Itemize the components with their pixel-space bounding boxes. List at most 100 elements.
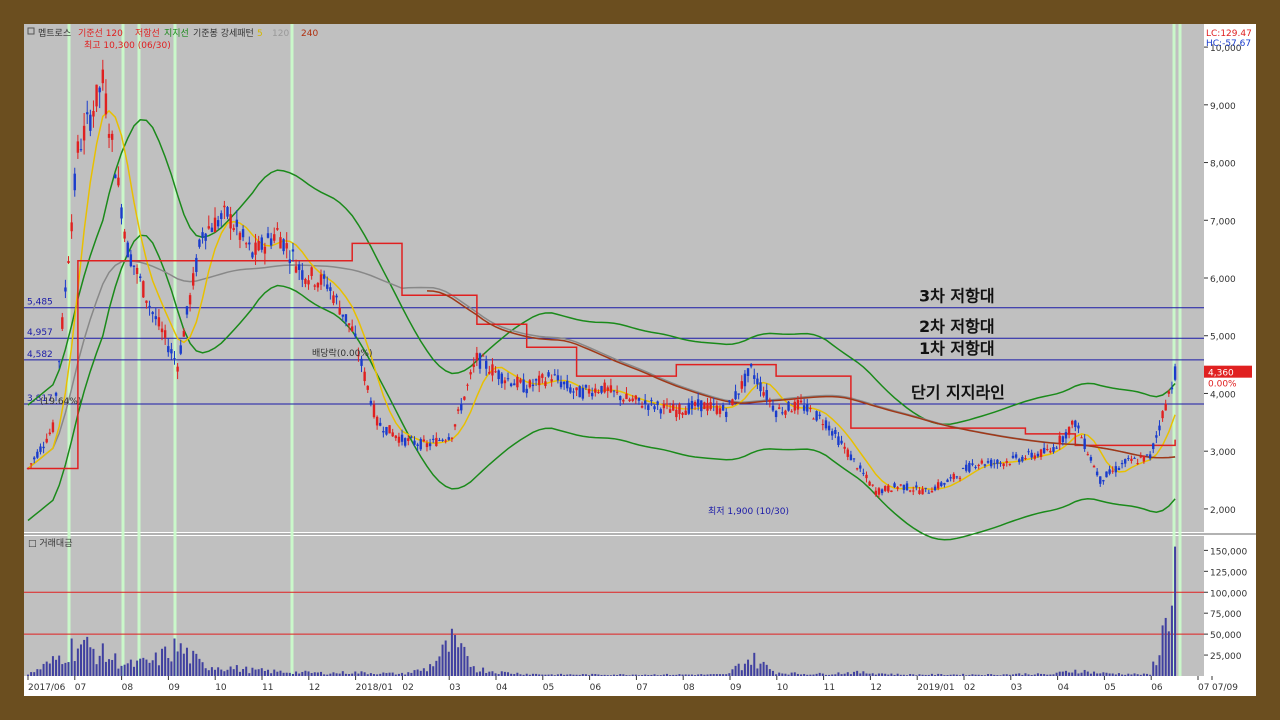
candle-body <box>756 378 759 385</box>
candle-body <box>472 364 475 368</box>
volume-bar <box>943 675 946 676</box>
volume-bar <box>609 675 612 676</box>
volume-bar <box>192 650 195 676</box>
volume-bar <box>547 674 550 676</box>
volume-bar <box>1049 674 1052 676</box>
volume-bar <box>999 675 1002 676</box>
candle-body <box>485 360 488 369</box>
volume-bar <box>818 672 821 676</box>
volume-bar <box>394 674 397 676</box>
volume-bar <box>425 671 428 676</box>
volume-bar <box>1142 673 1145 676</box>
price-tick-label: 8,000 <box>1210 160 1236 170</box>
volume-bar <box>220 669 223 676</box>
volume-bar <box>697 674 700 676</box>
volume-bar <box>659 675 662 676</box>
candle-body <box>1089 457 1093 461</box>
candle-body <box>375 416 379 426</box>
volume-bar <box>167 658 170 676</box>
volume-bar <box>276 671 279 676</box>
volume-bar <box>581 674 584 676</box>
candle-body <box>73 173 76 191</box>
price-tick-label: 5,000 <box>1210 333 1236 343</box>
volume-bar <box>566 674 569 676</box>
volume-bar <box>793 672 796 676</box>
candle-body <box>793 401 796 411</box>
volume-bar <box>949 674 952 676</box>
volume-tick-label: 125,000 <box>1210 568 1247 578</box>
legend-item: 5 <box>257 29 263 39</box>
volume-bar <box>968 674 971 676</box>
volume-bar <box>1027 674 1030 676</box>
volume-bar <box>313 672 316 676</box>
volume-bar <box>226 669 229 676</box>
volume-bar <box>560 673 563 676</box>
volume-bar <box>747 659 750 676</box>
candle-body <box>1173 366 1177 380</box>
candle-body <box>955 476 959 478</box>
volume-bar <box>1058 671 1061 676</box>
candle-body <box>276 228 279 230</box>
volume-bar <box>136 660 139 676</box>
volume-bar <box>1030 675 1033 676</box>
volume-bar <box>151 660 154 676</box>
candle-body <box>868 481 871 486</box>
lc-label: LC:129.47 <box>1206 29 1252 39</box>
volume-bar <box>837 672 840 676</box>
stock-chart[interactable]: 10,0009,0008,0007,0006,0005,0004,0003,00… <box>24 24 1256 696</box>
candle-body <box>746 368 750 376</box>
volume-bar <box>27 674 29 676</box>
high-annotation: 최고 10,300 (06/30) <box>84 40 171 51</box>
candle-body <box>871 484 874 486</box>
candle-body <box>29 463 33 465</box>
volume-bar <box>338 673 341 676</box>
candle-body <box>993 463 996 465</box>
volume-bar <box>435 660 438 676</box>
candle-body <box>82 125 86 141</box>
volume-bar <box>1055 672 1058 676</box>
volume-bar <box>472 666 475 676</box>
candle-body <box>989 459 993 467</box>
candle-body <box>282 239 285 252</box>
candle-body <box>441 439 444 441</box>
candle-body <box>759 382 762 392</box>
candle-body <box>216 220 220 227</box>
candle-body <box>824 420 828 429</box>
candle-body <box>696 399 700 407</box>
volume-bar <box>1121 674 1124 676</box>
volume-bar <box>865 673 868 676</box>
candle-body <box>678 404 681 415</box>
x-tick-label: 04 <box>1058 683 1070 693</box>
volume-bar <box>89 647 92 676</box>
candle-body <box>821 424 825 426</box>
candle-body <box>79 149 83 151</box>
volume-bar <box>775 674 778 676</box>
candle-body <box>675 409 678 418</box>
candle-body <box>67 261 70 263</box>
volume-bar <box>404 674 407 676</box>
candle-body <box>684 410 687 415</box>
candle-body <box>622 399 625 402</box>
volume-bar <box>687 674 690 676</box>
candle-body <box>509 383 513 386</box>
candle-body <box>827 425 831 431</box>
volume-bar <box>712 674 715 676</box>
volume-bar <box>485 673 488 676</box>
candle-body <box>890 490 893 493</box>
volume-bar <box>681 674 684 676</box>
volume-bar <box>1086 671 1089 676</box>
candle-body <box>796 399 800 410</box>
volume-bar <box>737 663 740 676</box>
x-tick-label: 08 <box>122 683 134 693</box>
volume-bar <box>1155 665 1158 676</box>
candle-body <box>787 401 790 411</box>
candle-body <box>1067 426 1071 435</box>
volume-bar <box>39 669 42 676</box>
candle-body <box>528 380 532 388</box>
candle-body <box>139 276 142 279</box>
candle-body <box>865 474 868 479</box>
volume-bar <box>887 674 890 676</box>
candle-body <box>637 397 641 401</box>
candle-body <box>562 381 566 385</box>
candle-body <box>1027 451 1030 453</box>
